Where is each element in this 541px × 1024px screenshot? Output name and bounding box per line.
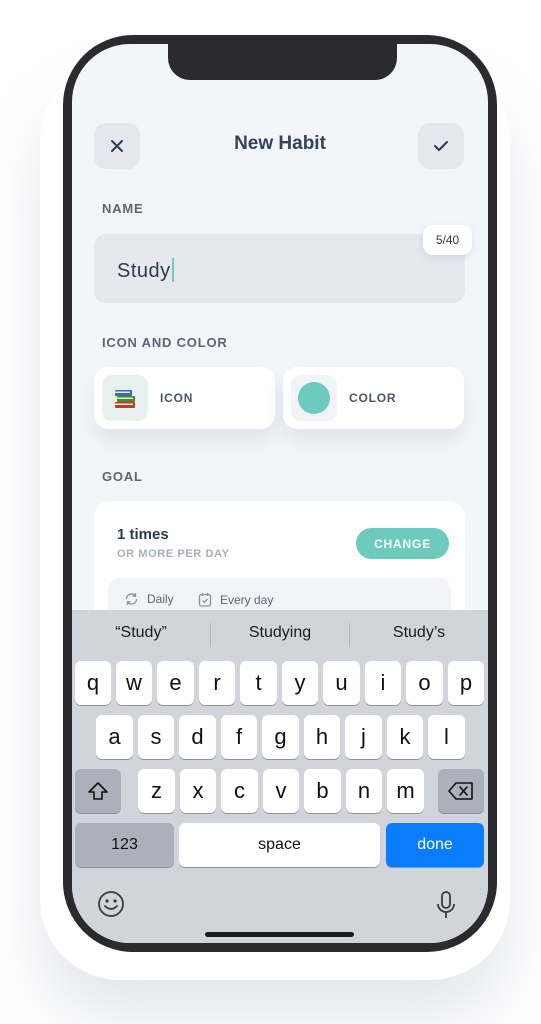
- suggestion-bar: “Study” Studying Study’s: [72, 610, 488, 660]
- change-goal-button[interactable]: CHANGE: [356, 528, 449, 559]
- icon-picker-button[interactable]: ICON: [94, 367, 275, 429]
- frequency-option[interactable]: Daily: [124, 592, 174, 606]
- goal-section-label: GOAL: [102, 469, 143, 484]
- character-counter: 5/40: [423, 225, 472, 255]
- habit-name-input[interactable]: Study: [94, 234, 465, 303]
- schedule-option[interactable]: Every day: [198, 592, 273, 607]
- selected-color-swatch: [298, 382, 330, 414]
- key-r[interactable]: r: [199, 661, 235, 705]
- key-n[interactable]: n: [346, 769, 382, 813]
- schedule-label: Every day: [220, 592, 274, 607]
- color-preview: [291, 375, 337, 421]
- key-h[interactable]: h: [304, 715, 340, 759]
- key-i[interactable]: i: [365, 661, 401, 705]
- key-e[interactable]: e: [157, 661, 194, 705]
- save-button[interactable]: [418, 123, 464, 169]
- key-c[interactable]: c: [221, 769, 258, 813]
- repeat-icon: [125, 593, 138, 605]
- key-l[interactable]: l: [428, 715, 465, 759]
- notch: [168, 44, 397, 80]
- key-a[interactable]: a: [96, 715, 133, 759]
- key-g[interactable]: g: [262, 715, 299, 759]
- key-j[interactable]: j: [345, 715, 382, 759]
- frequency-label: Daily: [147, 592, 174, 606]
- backspace-icon: [448, 782, 473, 800]
- name-section-label: NAME: [102, 201, 144, 216]
- key-p[interactable]: p: [448, 661, 484, 705]
- keyboard: “Study” Studying Study’s q w e r t y u i…: [72, 610, 488, 943]
- icon-color-section-label: ICON AND COLOR: [102, 335, 228, 350]
- key-x[interactable]: x: [180, 769, 216, 813]
- shift-icon: [88, 782, 108, 800]
- goal-subtitle: OR MORE PER DAY: [117, 548, 230, 560]
- text-cursor: [171, 258, 174, 282]
- shift-key[interactable]: [75, 769, 121, 813]
- suggestion-item[interactable]: Study’s: [350, 624, 488, 642]
- goal-times: 1 times: [117, 526, 169, 543]
- key-w[interactable]: w: [116, 661, 152, 705]
- done-key[interactable]: done: [386, 823, 484, 867]
- key-u[interactable]: u: [323, 661, 360, 705]
- dictation-button[interactable]: [436, 890, 456, 925]
- key-v[interactable]: v: [263, 769, 299, 813]
- key-z[interactable]: z: [138, 769, 175, 813]
- emoji-icon: [98, 891, 124, 917]
- backspace-key[interactable]: [438, 769, 484, 813]
- key-d[interactable]: d: [179, 715, 216, 759]
- color-picker-button[interactable]: COLOR: [283, 367, 464, 429]
- check-icon: [434, 141, 448, 151]
- icon-picker-label: ICON: [160, 391, 194, 405]
- screen: New Habit NAME Study 5/40 ICON AND COLOR…: [72, 44, 488, 943]
- color-picker-label: COLOR: [349, 391, 397, 405]
- key-b[interactable]: b: [304, 769, 341, 813]
- calendar-check-icon: [198, 593, 212, 607]
- microphone-icon: [437, 891, 455, 918]
- key-m[interactable]: m: [387, 769, 424, 813]
- home-indicator[interactable]: [205, 932, 354, 937]
- suggestion-item[interactable]: “Study”: [72, 624, 210, 642]
- emoji-button[interactable]: [97, 890, 125, 923]
- suggestion-item[interactable]: Studying: [211, 624, 349, 642]
- icon-preview: [102, 375, 148, 421]
- key-t[interactable]: t: [240, 661, 277, 705]
- key-o[interactable]: o: [406, 661, 443, 705]
- numbers-key[interactable]: 123: [75, 823, 174, 867]
- key-s[interactable]: s: [138, 715, 174, 759]
- key-y[interactable]: y: [282, 661, 318, 705]
- habit-name-value: Study: [117, 260, 171, 282]
- space-key[interactable]: space: [179, 823, 380, 867]
- key-q[interactable]: q: [75, 661, 111, 705]
- books-icon: [115, 390, 135, 408]
- key-f[interactable]: f: [221, 715, 257, 759]
- key-k[interactable]: k: [387, 715, 423, 759]
